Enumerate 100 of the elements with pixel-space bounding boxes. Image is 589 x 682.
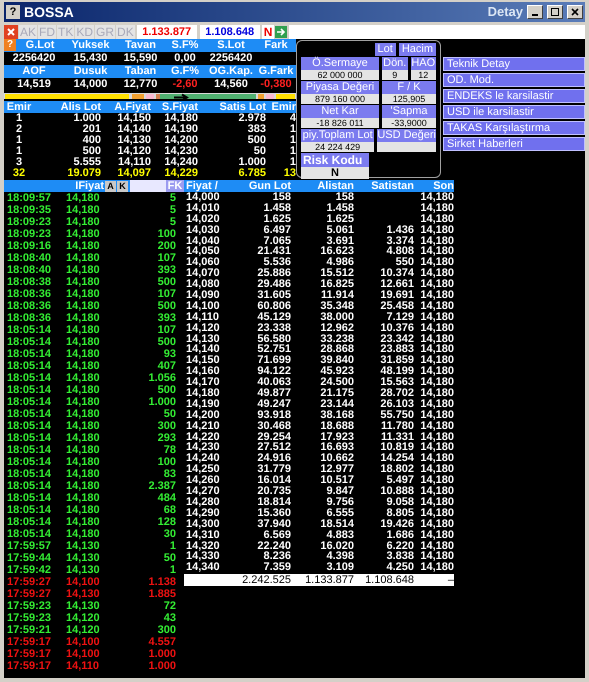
price-cell: 48.199 xyxy=(380,366,414,378)
price-cell: 14,300 xyxy=(186,518,220,530)
trade-price: 14,180 xyxy=(66,372,101,384)
price-cell: 14,180 xyxy=(420,246,454,258)
price-cell: 14,100 xyxy=(186,300,220,312)
price-cell: 22.240 xyxy=(257,540,291,552)
column-header: Alistan xyxy=(316,180,354,192)
order-cell-text: 1 xyxy=(288,146,296,157)
price-cell: 7.359 xyxy=(263,562,291,574)
price-cell: 14,030 xyxy=(186,224,220,236)
price-cell: 31.859 xyxy=(380,355,414,366)
trade-time: 18:05:14 xyxy=(6,432,52,444)
price-cell: 6.220 xyxy=(386,540,414,552)
trade-price: 14,180 xyxy=(66,492,101,504)
order-cell-text: 1 xyxy=(288,124,296,135)
column-header: Emir xyxy=(6,101,32,113)
filter-button[interactable]: FK xyxy=(166,180,184,192)
trade-price: 14,180 xyxy=(66,504,101,516)
stat-value: 2256420 xyxy=(210,52,252,65)
price-cell: 49.877 xyxy=(257,388,291,399)
metric-value: -33,9000 xyxy=(382,118,436,128)
trade-lot: 1 xyxy=(168,564,176,576)
price-cell: 8.805 xyxy=(386,508,414,519)
price-cell: 158 xyxy=(272,192,291,203)
symbol-field[interactable] xyxy=(289,24,585,38)
arrow-icon[interactable] xyxy=(275,24,288,38)
risk-label: Risk Kodu xyxy=(301,153,369,167)
action-button[interactable]: USD ile karsilastir xyxy=(443,105,585,119)
column-header: Son xyxy=(432,180,454,192)
action-button[interactable]: OD. Mod. xyxy=(443,73,585,87)
stat-label: Fark xyxy=(264,39,288,52)
order-cell-text: 1 xyxy=(14,135,24,146)
close-icon xyxy=(571,8,579,16)
column-header[interactable]: Fiyat / xyxy=(184,180,228,192)
price-cell: 23.883 xyxy=(380,344,414,356)
trade-lot: 500 xyxy=(156,300,176,312)
trade-lot: 100 xyxy=(156,228,176,240)
price-cell: 14.254 xyxy=(380,453,414,464)
action-button[interactable]: Teknik Detay xyxy=(443,57,585,71)
price-cell: 14,210 xyxy=(186,420,220,432)
order-total: 14,229 xyxy=(163,168,198,179)
metric-label: USD Değeri xyxy=(377,129,436,142)
minimize-button[interactable] xyxy=(527,5,543,19)
price-cell: 14,260 xyxy=(186,475,220,486)
price-cell: 3.691 xyxy=(326,236,354,246)
price-cell: 37.940 xyxy=(257,518,291,530)
price-cell: 14,120 xyxy=(186,322,220,334)
price-cell: 16.693 xyxy=(320,442,354,454)
price-cell: 14,180 xyxy=(420,377,454,388)
maximize-icon xyxy=(551,8,559,16)
price-cell: 25.458 xyxy=(380,300,414,312)
price-cell: 4.250 xyxy=(386,562,414,574)
stat-label: Tavan xyxy=(125,39,156,52)
filter-field[interactable] xyxy=(130,180,166,192)
order-cell-text: 14,240 xyxy=(163,157,198,168)
order-cell-text: 2 xyxy=(14,124,24,135)
price-cell: 14,170 xyxy=(186,377,220,388)
price-cell: 16.825 xyxy=(320,279,354,290)
price-cell: 14,180 xyxy=(420,410,454,421)
trade-lot: 1.000 xyxy=(147,396,176,408)
help-icon[interactable]: ? xyxy=(6,5,20,19)
stat-value: 14,000 xyxy=(74,78,108,91)
order-cell-text: 14,230 xyxy=(163,146,198,157)
close-button[interactable] xyxy=(567,5,583,19)
news-flag[interactable]: N xyxy=(262,24,274,38)
trade-price: 14,180 xyxy=(66,288,101,300)
trade-price: 14,180 xyxy=(66,432,101,444)
price-cell: 71.699 xyxy=(257,355,291,366)
price-cell: 14,250 xyxy=(186,464,220,476)
price-cell: 60.806 xyxy=(257,300,291,312)
metric-value: 9 xyxy=(382,70,408,80)
stat-label: Taban xyxy=(124,65,156,78)
stat-value: 15,590 xyxy=(124,52,158,65)
price-cell: 14,200 xyxy=(186,410,220,421)
sort-button[interactable]: K xyxy=(117,180,128,192)
trade-lot: 407 xyxy=(156,360,176,372)
unit-tab[interactable]: Hacim xyxy=(398,43,436,56)
price-cell: 15.563 xyxy=(380,377,414,388)
sort-button[interactable]: A xyxy=(105,180,116,192)
price-cell: 14,180 xyxy=(420,508,454,519)
price-cell: 14,180 xyxy=(420,344,454,356)
metric-label: HAO xyxy=(410,57,436,70)
column-header: Satistan xyxy=(370,180,414,192)
trade-lot: 1.885 xyxy=(147,588,176,600)
metric-value: -18 826 011 xyxy=(301,118,379,128)
action-button[interactable]: TAKAS Karşılaştırma xyxy=(443,121,585,135)
metric-label: Ö.Sermaye xyxy=(301,57,379,70)
price-cell: 18.688 xyxy=(320,420,354,432)
maximize-button[interactable] xyxy=(547,5,563,19)
action-button[interactable]: ENDEKS le karsilastir xyxy=(443,89,585,103)
action-button[interactable]: Sirket Haberleri xyxy=(443,137,585,151)
price-cell: 14,180 xyxy=(420,562,454,574)
unit-tab[interactable]: Lot xyxy=(374,43,396,56)
help-icon[interactable]: ? xyxy=(4,39,16,51)
trade-time: 18:05:14 xyxy=(6,384,52,396)
price-cell: 14,180 xyxy=(420,366,454,378)
trade-time: 18:08:40 xyxy=(6,252,52,264)
price-cell: 14,180 xyxy=(420,475,454,486)
order-cell-text: 500 xyxy=(246,135,266,146)
trade-price: 14,180 xyxy=(66,336,101,348)
